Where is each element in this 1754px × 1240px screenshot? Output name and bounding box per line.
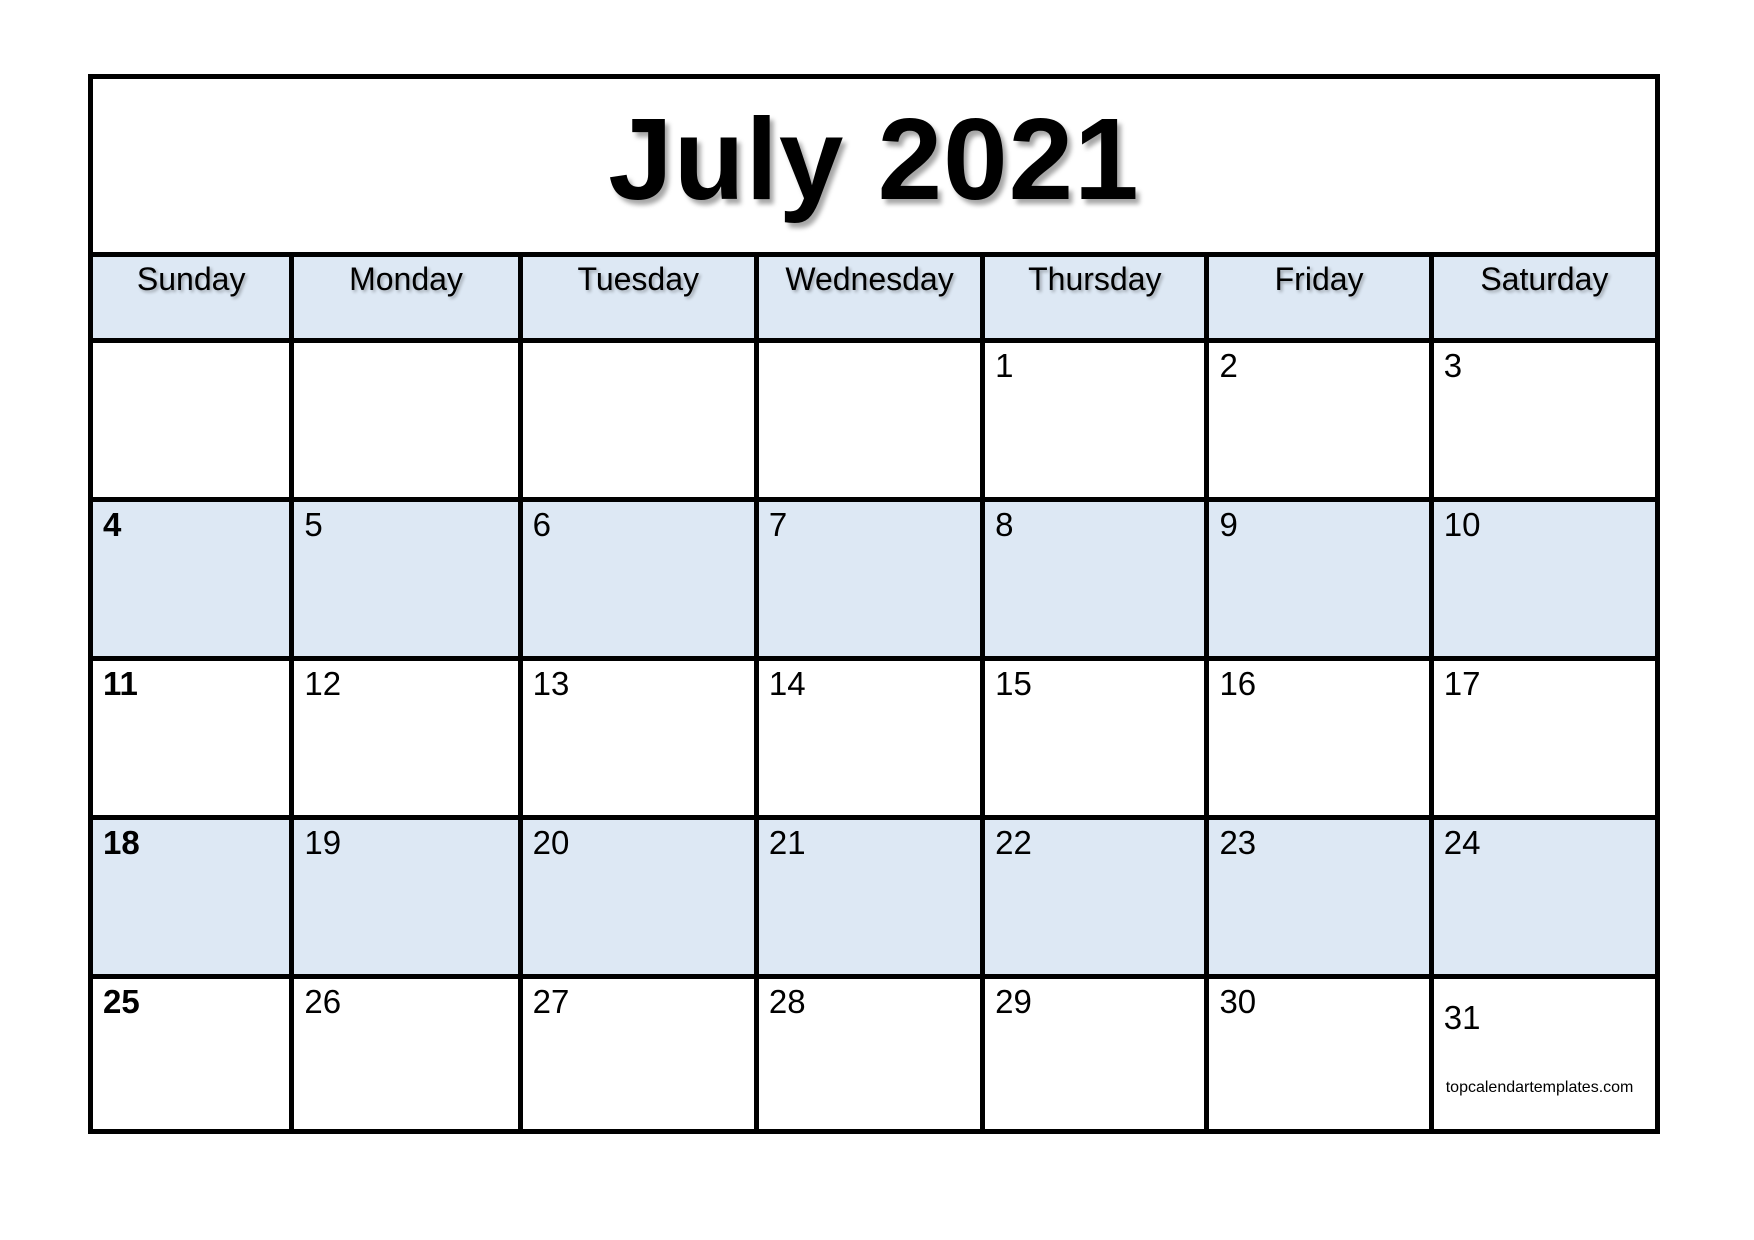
day-number: 21 bbox=[768, 824, 806, 861]
day-cell[interactable]: 17 bbox=[1434, 661, 1655, 815]
day-cell[interactable]: 21 bbox=[758, 820, 986, 974]
day-cell[interactable] bbox=[294, 343, 523, 497]
day-number: 13 bbox=[532, 665, 570, 702]
weekday-header-row: Sunday Monday Tuesday Wednesday Thursday… bbox=[93, 257, 1655, 343]
day-number: 31 bbox=[1443, 999, 1481, 1036]
day-cell[interactable]: 10 bbox=[1433, 502, 1655, 656]
weekday-thursday: Thursday bbox=[985, 257, 1210, 338]
day-number: 11 bbox=[103, 665, 138, 702]
day-number: 24 bbox=[1443, 824, 1481, 861]
weekday-friday: Friday bbox=[1209, 257, 1434, 338]
day-number: 3 bbox=[1443, 347, 1463, 384]
day-cell[interactable]: 19 bbox=[294, 820, 523, 974]
day-cell[interactable]: 31 topcalendartemplates.com bbox=[1434, 979, 1655, 1131]
day-cell[interactable]: 28 bbox=[759, 979, 986, 1131]
day-cell[interactable]: 27 bbox=[523, 979, 759, 1131]
day-cell[interactable]: 6 bbox=[522, 502, 759, 656]
day-cell[interactable]: 12 bbox=[294, 661, 523, 815]
day-cell[interactable]: 18 bbox=[93, 820, 295, 974]
day-number: 10 bbox=[1443, 506, 1481, 543]
week-row: 4 5 6 7 8 9 10 bbox=[93, 502, 1655, 661]
day-number: 26 bbox=[304, 983, 342, 1020]
day-cell[interactable]: 1 bbox=[985, 343, 1210, 497]
day-number: 1 bbox=[995, 347, 1014, 384]
day-number: 14 bbox=[768, 665, 806, 702]
day-number: 16 bbox=[1219, 665, 1257, 702]
day-cell[interactable]: 22 bbox=[985, 820, 1210, 974]
day-number: 6 bbox=[532, 506, 551, 543]
day-cell[interactable]: 25 bbox=[93, 979, 295, 1131]
day-number: 30 bbox=[1219, 983, 1257, 1020]
day-cell[interactable]: 2 bbox=[1209, 343, 1434, 497]
day-cell[interactable]: 5 bbox=[294, 502, 523, 656]
day-cell[interactable] bbox=[523, 343, 759, 497]
day-number: 2 bbox=[1219, 347, 1238, 384]
day-cell[interactable]: 9 bbox=[1209, 502, 1434, 656]
day-number: 15 bbox=[995, 665, 1032, 702]
week-row: 11 12 13 14 15 16 17 bbox=[93, 661, 1655, 820]
day-cell[interactable] bbox=[759, 343, 986, 497]
day-number: 29 bbox=[995, 983, 1032, 1020]
day-number: 9 bbox=[1219, 506, 1238, 543]
weekday-saturday: Saturday bbox=[1433, 257, 1655, 338]
day-cell[interactable]: 7 bbox=[758, 502, 986, 656]
day-number: 18 bbox=[103, 824, 140, 861]
day-cell[interactable]: 3 bbox=[1434, 343, 1655, 497]
day-number: 20 bbox=[532, 824, 570, 861]
day-cell[interactable]: 15 bbox=[985, 661, 1210, 815]
day-cell[interactable]: 13 bbox=[523, 661, 759, 815]
week-row: 1 2 3 bbox=[93, 343, 1655, 502]
day-number: 5 bbox=[304, 506, 323, 543]
weekday-wednesday: Wednesday bbox=[758, 257, 986, 338]
calendar-grid: Sunday Monday Tuesday Wednesday Thursday… bbox=[93, 257, 1655, 1131]
day-number: 22 bbox=[995, 824, 1032, 861]
calendar-frame: July 2021 Sunday Monday Tuesday Wednesda… bbox=[88, 74, 1660, 1134]
day-number: 17 bbox=[1443, 665, 1481, 702]
day-number: 23 bbox=[1219, 824, 1257, 861]
weekday-sunday: Sunday bbox=[93, 257, 295, 338]
day-cell[interactable]: 8 bbox=[985, 502, 1210, 656]
week-row: 25 26 27 28 29 30 31 topcalendartemplates.com bbox=[93, 979, 1655, 1131]
day-number: 25 bbox=[103, 983, 140, 1020]
day-number: 4 bbox=[103, 506, 122, 543]
day-cell[interactable]: 20 bbox=[522, 820, 759, 974]
day-cell[interactable]: 30 bbox=[1209, 979, 1434, 1131]
weekday-monday: Monday bbox=[294, 257, 523, 338]
day-cell[interactable] bbox=[93, 343, 295, 497]
day-cell[interactable]: 23 bbox=[1209, 820, 1434, 974]
day-number: 19 bbox=[304, 824, 342, 861]
day-number: 7 bbox=[768, 506, 788, 543]
day-cell[interactable]: 16 bbox=[1209, 661, 1434, 815]
watermark-text: topcalendartemplates.com bbox=[1445, 1079, 1634, 1096]
day-cell[interactable]: 29 bbox=[985, 979, 1210, 1131]
day-number: 28 bbox=[768, 983, 806, 1020]
day-cell[interactable]: 11 bbox=[93, 661, 295, 815]
day-number: 12 bbox=[304, 665, 342, 702]
title-row: July 2021 bbox=[93, 79, 1655, 257]
weekday-tuesday: Tuesday bbox=[522, 257, 759, 338]
week-row: 18 19 20 21 22 23 24 bbox=[93, 820, 1655, 979]
calendar-title: July 2021 bbox=[608, 93, 1140, 224]
day-number: 27 bbox=[532, 983, 570, 1020]
day-cell[interactable]: 24 bbox=[1433, 820, 1655, 974]
day-cell[interactable]: 26 bbox=[294, 979, 523, 1131]
day-cell[interactable]: 4 bbox=[93, 502, 295, 656]
day-number: 8 bbox=[995, 506, 1014, 543]
day-cell[interactable]: 14 bbox=[759, 661, 986, 815]
